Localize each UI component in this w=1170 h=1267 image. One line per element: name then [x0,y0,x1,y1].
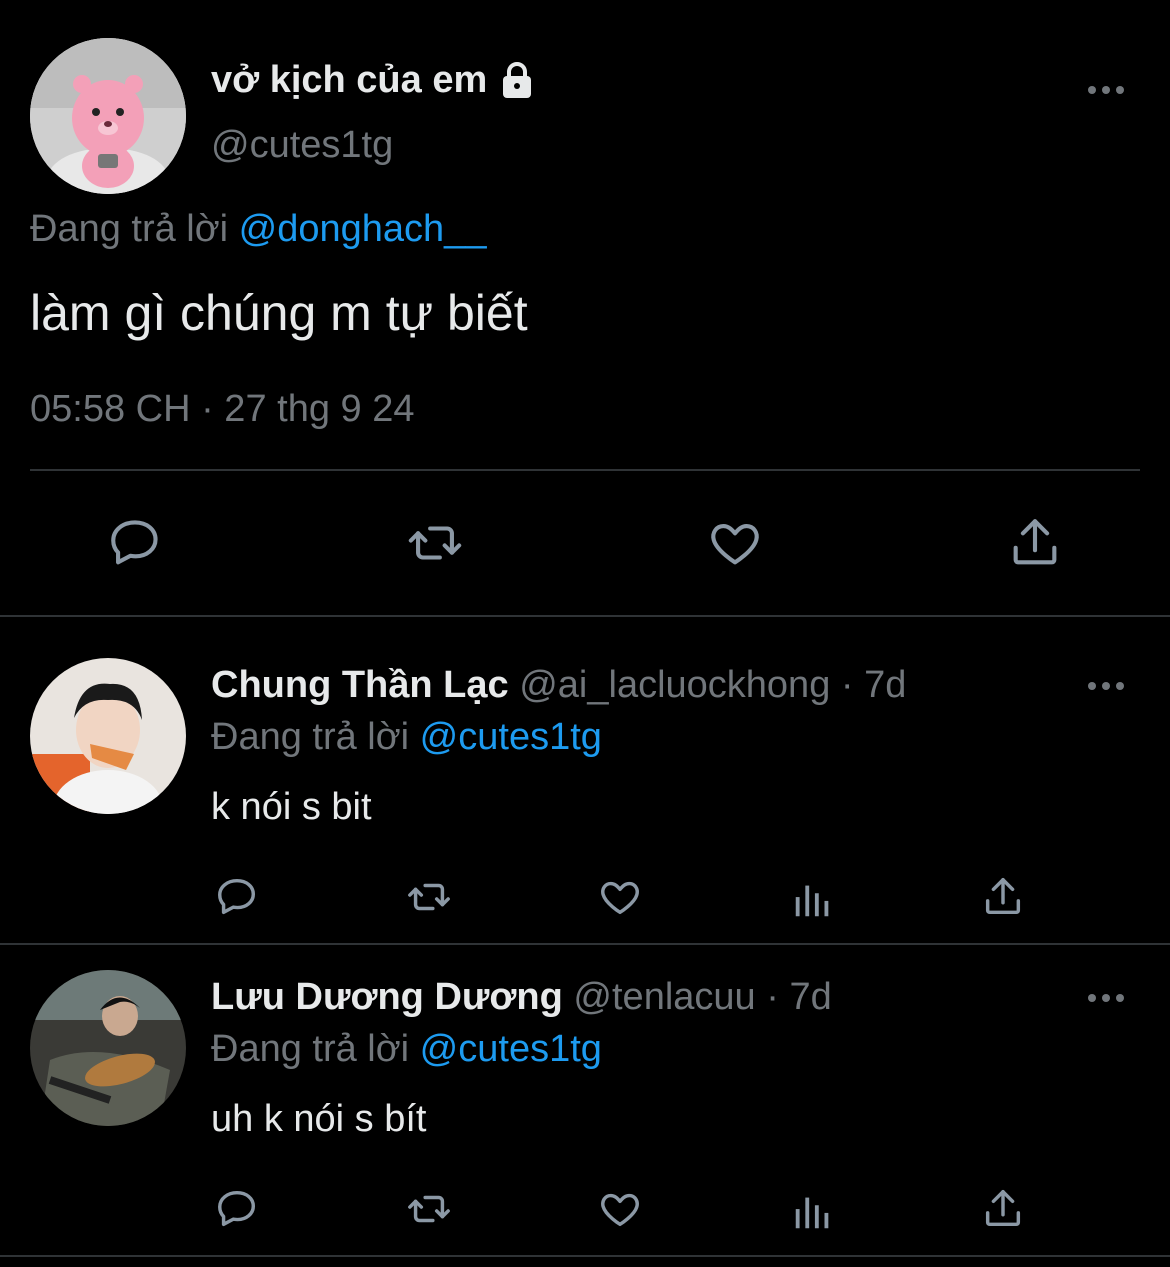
divider [0,943,1170,945]
reply-text: k nói s bit [211,786,372,828]
pink-beaver-avatar-image [30,38,186,194]
reply-icon[interactable] [214,874,260,920]
replying-to-handle[interactable]: @donghach__ [239,208,487,250]
reply-age[interactable]: · 7d [841,664,906,706]
reply-text: uh k nói s bít [211,1098,427,1140]
replying-to-line: Đang trả lời @donghach__ [30,208,486,251]
display-name[interactable]: vở kịch của em [211,59,487,102]
divider [0,1255,1170,1257]
reply-icon[interactable] [106,514,164,572]
divider [0,615,1170,617]
person-avatar-image [30,658,186,814]
handle[interactable]: @tenlacuu [573,976,755,1018]
replying-to-handle[interactable]: @cutes1tg [420,1028,602,1070]
handle[interactable]: @cutes1tg [211,124,393,167]
tweet-timestamp[interactable]: 05:58 CH · 27 thg 9 24 [30,388,414,431]
share-icon[interactable] [1006,514,1064,572]
tweet-text: làm gì chúng m tự biết [30,285,528,341]
person-avatar-image [30,970,186,1126]
reply-icon[interactable] [214,1186,260,1232]
more-options-icon[interactable] [1086,666,1126,711]
more-options-icon[interactable] [1086,70,1126,118]
avatar[interactable] [30,970,186,1126]
replying-to-handle[interactable]: @cutes1tg [420,716,602,758]
reply-author-row: Chung Thần Lạc @ai_lacluockhong · 7d [211,664,906,707]
share-icon[interactable] [980,1186,1026,1232]
like-icon[interactable] [706,514,764,572]
divider [30,469,1140,471]
reply-author-row: Lưu Dương Dương @tenlacuu · 7d [211,976,832,1019]
display-name[interactable]: Lưu Dương Dương [211,976,563,1018]
retweet-icon[interactable] [405,514,465,572]
lock-icon [497,60,537,100]
retweet-icon[interactable] [404,1186,454,1232]
analytics-icon[interactable] [790,876,836,922]
more-options-icon[interactable] [1086,978,1126,1023]
replying-prefix: Đang trả lời [30,208,229,250]
replying-to-line: Đang trả lời @cutes1tg [211,1028,602,1071]
analytics-icon[interactable] [790,1188,836,1234]
retweet-icon[interactable] [404,874,454,920]
replying-prefix: Đang trả lời [211,1028,410,1070]
reply-age[interactable]: · 7d [766,976,831,1018]
share-icon[interactable] [980,874,1026,920]
handle[interactable]: @ai_lacluockhong [519,664,830,706]
main-tweet-author-row: vở kịch của em [211,56,537,104]
avatar[interactable] [30,38,186,194]
replying-prefix: Đang trả lời [211,716,410,758]
display-name[interactable]: Chung Thần Lạc [211,664,509,706]
like-icon[interactable] [597,1186,643,1232]
replying-to-line: Đang trả lời @cutes1tg [211,716,602,759]
like-icon[interactable] [597,874,643,920]
avatar[interactable] [30,658,186,814]
